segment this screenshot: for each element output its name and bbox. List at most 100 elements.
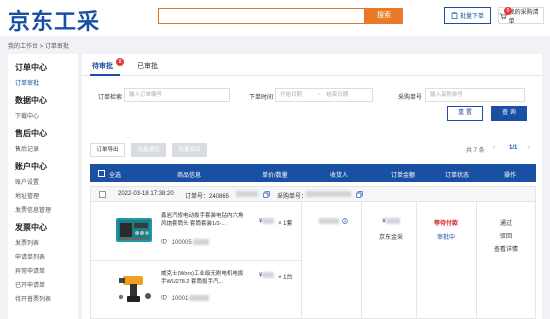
info-icon[interactable] xyxy=(342,218,348,224)
product-price: ¥ xyxy=(259,218,275,225)
export-orders-button[interactable]: 订单导出 xyxy=(90,143,125,157)
top-header: 京东工采 搜索 批量下单 0 我的采购清单 xyxy=(0,0,550,36)
logo[interactable]: 京东工采 xyxy=(8,4,100,36)
order-status: 等待付款 xyxy=(433,221,458,227)
query-button[interactable]: 查 询 xyxy=(491,106,527,121)
batch-reject-button[interactable]: 批量驳回 xyxy=(172,143,207,157)
divider xyxy=(91,260,301,261)
product-image-wrench[interactable] xyxy=(113,269,155,305)
sidebar-item-download[interactable]: 下载中心 xyxy=(15,111,78,120)
cart-button[interactable]: 0 我的采购清单 xyxy=(498,7,544,25)
column-action: 操作 xyxy=(504,173,517,179)
product-id-value: 100005 xyxy=(171,239,192,246)
order-search-label: 订单检索 xyxy=(98,95,123,101)
purchase-number-input[interactable]: 输入采购单号 xyxy=(425,88,525,102)
sidebar-group-invoice: 发票中心 xyxy=(15,223,47,232)
divider xyxy=(476,202,477,319)
product-name[interactable]: 鑫岩汽修电动扳手套装电钻内六角风炮套筒头 套筒套装1/2-... xyxy=(161,212,247,228)
product-name[interactable]: 威克士(Worx)工业级无刷电机电扳手WU278.2 套筒扳手汽... xyxy=(161,270,247,286)
order-header-row: 2022-03-18 17:38:20 订单号：240865 采购单号： xyxy=(90,186,536,202)
cart-label: 我的采购清单 xyxy=(508,9,539,25)
column-amount: 订单金额 xyxy=(391,173,416,179)
select-all-label: 全选 xyxy=(109,173,122,179)
payment-method: 京东金采 xyxy=(378,235,403,241)
tab-approved[interactable]: 已审批 xyxy=(137,61,158,71)
clipboard-icon xyxy=(451,12,458,19)
page-indicator: 1/1 xyxy=(509,145,518,151)
approval-status[interactable]: 审批中 xyxy=(421,232,471,241)
sidebar-item-application-list[interactable]: 申请单列表 xyxy=(15,252,78,261)
sidebar-item-address[interactable]: 地址管理 xyxy=(15,191,78,200)
sidebar-group-aftersale: 售后中心 xyxy=(15,129,47,138)
divider xyxy=(361,202,362,319)
end-date-placeholder[interactable]: 结束日期 xyxy=(326,92,348,98)
product-price: ¥ xyxy=(259,272,275,279)
sidebar-item-account-settings[interactable]: 账户设置 xyxy=(15,177,78,186)
approve-link[interactable]: 通过 xyxy=(481,218,531,227)
batch-order-button[interactable]: 批量下单 xyxy=(444,7,491,24)
order-number-redacted xyxy=(236,191,258,198)
cart-count-badge: 0 xyxy=(504,7,512,15)
sidebar-item-order-approval[interactable]: 订单审批 xyxy=(15,78,78,87)
sidebar-group-account: 账户中心 xyxy=(15,162,47,171)
sidebar-group-order: 订单中心 xyxy=(15,63,47,72)
select-all-checkbox[interactable] xyxy=(98,170,105,177)
reject-link[interactable]: 驳回 xyxy=(481,231,531,240)
main-panel: 待审批 8 已审批 订单检索 输入订单编号 下单时间 开始日期 ~ 结束日期 采… xyxy=(82,54,542,319)
product-quantity: × 1套 xyxy=(278,221,293,227)
product-quantity: × 1台 xyxy=(278,275,293,281)
product-id-label: ID xyxy=(161,239,167,246)
order-number-label: 订单号：240865 xyxy=(185,194,230,200)
search-input[interactable] xyxy=(158,8,365,24)
order-amount: ¥ xyxy=(366,218,416,225)
pending-count-badge: 8 xyxy=(116,58,124,66)
copy-icon[interactable] xyxy=(263,191,270,198)
sidebar-group-data: 数据中心 xyxy=(15,96,47,105)
sidebar-item-invoice-list[interactable]: 发票列表 xyxy=(15,238,78,247)
order-checkbox[interactable] xyxy=(99,191,106,198)
tab-pending[interactable]: 待审批 xyxy=(92,61,113,71)
search-button[interactable]: 搜索 xyxy=(365,8,403,24)
product-image-toolkit[interactable] xyxy=(113,212,155,248)
order-body: 鑫岩汽修电动扳手套装电钻内六角风炮套筒头 套筒套装1/2-... ID 1000… xyxy=(90,202,536,319)
prev-page-button[interactable]: ‹ xyxy=(493,145,495,151)
order-number-input[interactable]: 输入订单编号 xyxy=(124,88,230,102)
column-receiver: 收货人 xyxy=(330,173,349,179)
breadcrumb: 我的工作台 > 订单审批 xyxy=(8,44,69,50)
sidebar-item-aftersale-records[interactable]: 售后记录 xyxy=(15,144,78,153)
sidebar: 订单中心 订单审批 数据中心 下载中心 售后中心 售后记录 账户中心 账户设置 … xyxy=(8,54,78,319)
sidebar-item-invoice-info[interactable]: 发票信息管理 xyxy=(15,205,78,214)
start-date-placeholder[interactable]: 开始日期 xyxy=(280,92,302,98)
purchase-number-label-row: 采购单号： xyxy=(277,194,308,200)
reset-button[interactable]: 重 置 xyxy=(447,106,483,121)
order-datetime: 2022-03-18 17:38:20 xyxy=(118,191,174,197)
next-page-button[interactable]: › xyxy=(528,145,530,151)
column-status: 订单状态 xyxy=(445,173,470,179)
date-range-input[interactable]: 开始日期 ~ 结束日期 xyxy=(275,88,373,102)
toolkit-image xyxy=(116,218,152,242)
table-header: 全选 商品信息 单价/数量 收货人 订单金额 订单状态 操作 xyxy=(90,164,536,182)
order-time-label: 下单时间 xyxy=(249,95,274,101)
date-separator: ~ xyxy=(317,92,321,98)
impact-wrench-image xyxy=(118,276,151,302)
divider xyxy=(416,202,417,319)
purchase-number-label: 采购单号 xyxy=(398,95,423,101)
copy-icon[interactable] xyxy=(356,191,363,198)
divider xyxy=(301,202,302,319)
product-id-label: ID xyxy=(161,295,167,302)
active-tab-indicator xyxy=(90,74,120,76)
sidebar-item-issued-application[interactable]: 已开申请单 xyxy=(15,280,78,289)
receiver-name xyxy=(311,218,356,225)
column-price-qty: 单价/数量 xyxy=(262,173,288,179)
tab-bar: 待审批 8 已审批 xyxy=(82,54,542,76)
product-id-value: 10001 xyxy=(171,295,189,302)
sidebar-item-pending-invoice[interactable]: 待开普票列表 xyxy=(15,294,78,303)
total-count: 共 7 条 xyxy=(466,148,485,154)
batch-order-label: 批量下单 xyxy=(459,14,484,20)
product-id: ID 100005 xyxy=(161,239,209,246)
product-id: ID 10001 xyxy=(161,295,210,302)
view-detail-link[interactable]: 查看详情 xyxy=(481,244,531,253)
sidebar-item-abnormal-application[interactable]: 异常申请单 xyxy=(15,266,78,275)
batch-approve-button[interactable]: 批量通过 xyxy=(131,143,166,157)
column-product: 商品信息 xyxy=(177,173,202,179)
